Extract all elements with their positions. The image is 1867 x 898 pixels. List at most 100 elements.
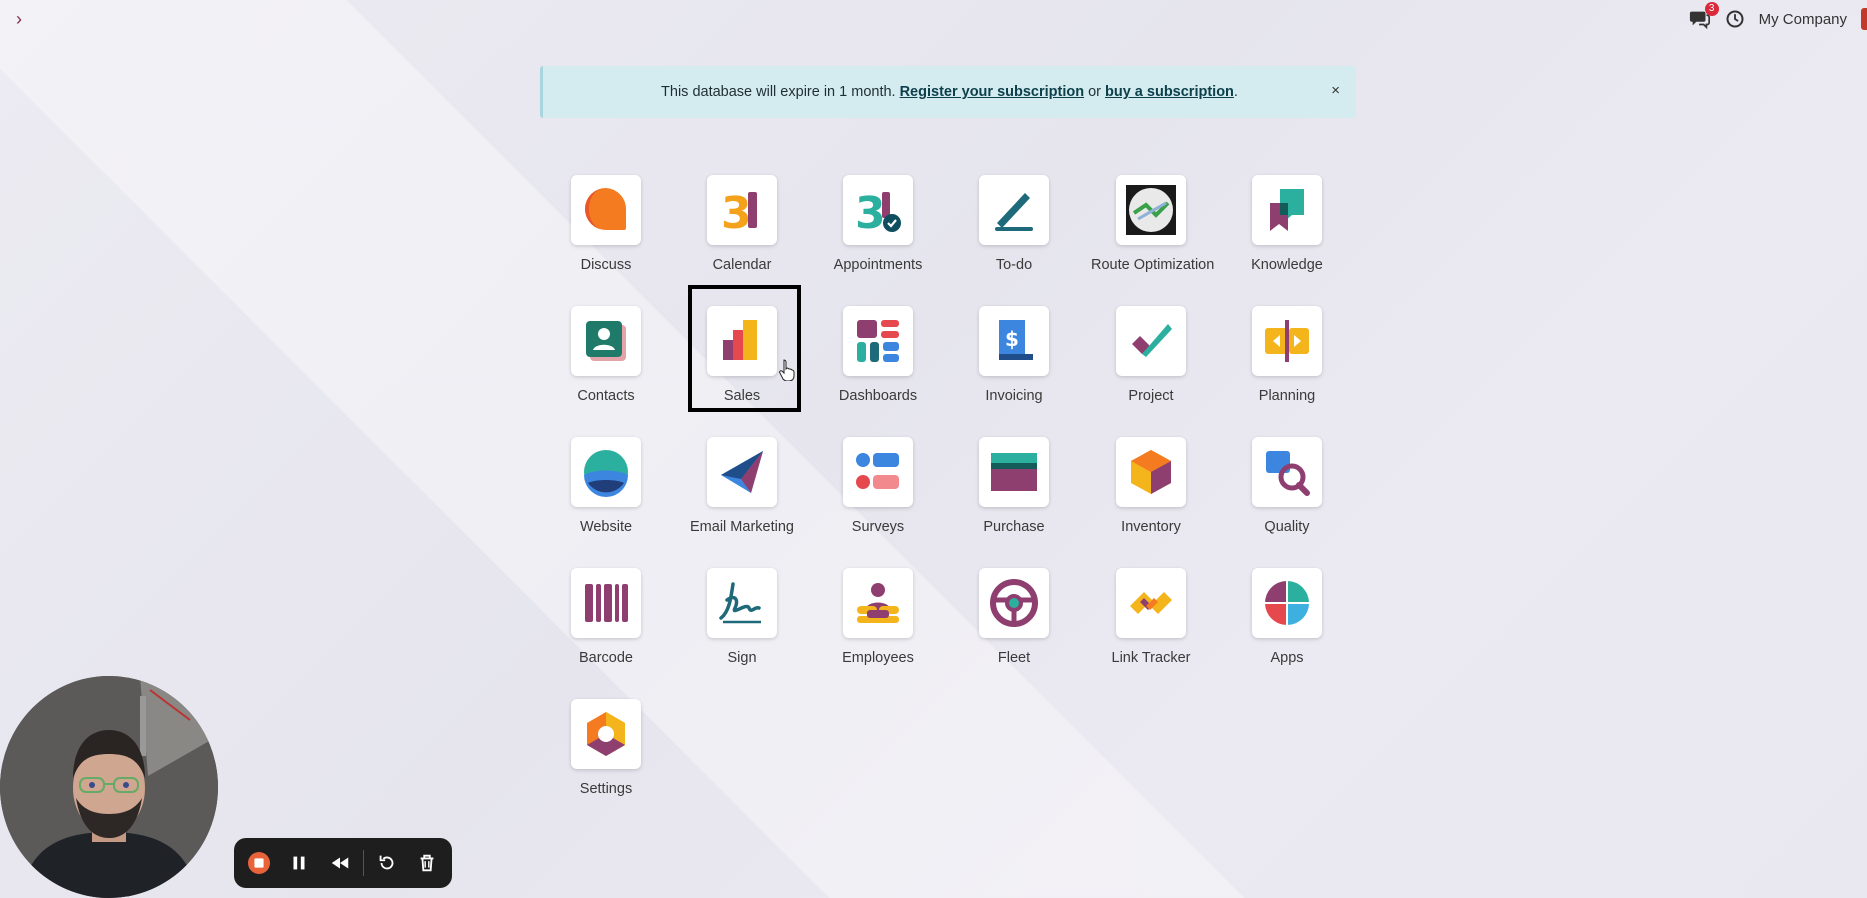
rewind-button[interactable] — [322, 845, 356, 881]
app-label: Calendar — [712, 257, 772, 273]
restart-button[interactable] — [370, 845, 404, 881]
app-label: Apps — [1270, 650, 1304, 666]
app-tile — [571, 306, 641, 376]
toolbar-separator — [362, 850, 364, 876]
expiration-alert: This database will expire in 1 month. Re… — [540, 66, 1356, 118]
app-label: Purchase — [983, 519, 1045, 535]
fleet-icon — [990, 579, 1038, 627]
activity-clock-icon[interactable] — [1725, 9, 1745, 29]
app-todo[interactable]: To-do — [954, 175, 1074, 273]
app-website[interactable]: Website — [546, 437, 666, 535]
app-contacts[interactable]: Contacts — [546, 306, 666, 404]
hand-cursor-icon — [779, 359, 795, 381]
app-dashboards[interactable]: Dashboards — [818, 306, 938, 404]
app-purchase[interactable]: Purchase — [954, 437, 1074, 535]
restart-icon — [379, 855, 394, 870]
systray: 3 My Company — [1689, 2, 1867, 32]
app-invoicing[interactable]: $ Invoicing — [954, 306, 1074, 404]
app-barcode[interactable]: Barcode — [546, 568, 666, 666]
app-tile — [1116, 175, 1186, 245]
app-label: Sign — [727, 650, 757, 666]
app-label: Discuss — [580, 257, 632, 273]
stop-recording-button[interactable] — [242, 845, 276, 881]
invoicing-icon: $ — [999, 320, 1033, 360]
app-inventory[interactable]: Inventory — [1091, 437, 1211, 535]
email-marketing-icon — [721, 451, 763, 493]
app-appointments[interactable]: 3 Appointments — [818, 175, 938, 273]
recording-toolbar — [234, 838, 452, 888]
app-route-optimization[interactable]: Route Optimization — [1091, 175, 1215, 273]
app-label: Dashboards — [838, 388, 918, 404]
app-tile: 3 — [707, 175, 777, 245]
apps-icon — [1265, 581, 1309, 625]
app-label: Appointments — [833, 257, 923, 273]
app-discuss[interactable]: Discuss — [546, 175, 666, 273]
app-email-marketing[interactable]: Email Marketing — [682, 437, 802, 535]
svg-text:3: 3 — [855, 188, 886, 237]
app-fleet[interactable]: Fleet — [954, 568, 1074, 666]
app-sign[interactable]: Sign — [682, 568, 802, 666]
app-tile — [1252, 568, 1322, 638]
app-label: Route Optimization — [1091, 257, 1215, 273]
menu-toggle-icon[interactable]: › — [8, 8, 30, 30]
svg-text:3: 3 — [721, 188, 752, 237]
app-label: Planning — [1258, 388, 1316, 404]
app-tile: $ — [979, 306, 1049, 376]
app-sales[interactable]: Sales — [682, 306, 802, 404]
pause-button[interactable] — [282, 845, 316, 881]
buy-subscription-link[interactable]: buy a subscription — [1105, 84, 1234, 100]
presenter-video — [0, 676, 218, 898]
alert-period: . — [1233, 84, 1238, 100]
app-label: Email Marketing — [690, 519, 794, 535]
close-alert-button[interactable]: × — [1331, 82, 1340, 99]
app-label: Project — [1128, 388, 1174, 404]
purchase-icon — [991, 453, 1037, 491]
app-label: Link Tracker — [1111, 650, 1191, 666]
app-project[interactable]: Project — [1091, 306, 1211, 404]
app-label: Sales — [723, 388, 761, 404]
app-label: Invoicing — [985, 388, 1043, 404]
app-tile — [843, 437, 913, 507]
knowledge-icon — [1270, 189, 1304, 231]
app-knowledge[interactable]: Knowledge — [1227, 175, 1347, 273]
delete-button[interactable] — [410, 845, 444, 881]
barcode-icon — [585, 584, 628, 622]
stop-icon — [248, 852, 271, 874]
app-label: Knowledge — [1251, 257, 1323, 273]
app-tile — [1252, 306, 1322, 376]
surveys-icon — [856, 453, 899, 489]
app-label: Contacts — [577, 388, 635, 404]
app-employees[interactable]: Employees — [818, 568, 938, 666]
app-apps[interactable]: Apps — [1227, 568, 1347, 666]
alert-text: This database will expire in 1 month. — [661, 84, 896, 100]
alert-or-text: or — [1088, 84, 1101, 100]
app-planning[interactable]: Planning — [1227, 306, 1347, 404]
svg-text:$: $ — [1005, 327, 1019, 351]
app-tile — [571, 175, 641, 245]
todo-icon — [995, 193, 1033, 231]
app-tile — [1116, 306, 1186, 376]
user-avatar[interactable] — [1861, 8, 1867, 30]
company-switcher[interactable]: My Company — [1759, 11, 1847, 28]
app-calendar[interactable]: 3 Calendar — [682, 175, 802, 273]
app-tile — [1252, 437, 1322, 507]
app-tile — [1116, 568, 1186, 638]
app-tile — [979, 568, 1049, 638]
register-subscription-link[interactable]: Register your subscription — [900, 84, 1085, 100]
quality-icon — [1266, 451, 1310, 496]
app-link-tracker[interactable]: Link Tracker — [1091, 568, 1211, 666]
app-tile — [1252, 175, 1322, 245]
app-label: Fleet — [997, 650, 1031, 666]
app-surveys[interactable]: Surveys — [818, 437, 938, 535]
messages-button[interactable]: 3 — [1689, 2, 1719, 30]
sales-icon — [723, 320, 757, 360]
link-tracker-icon — [1130, 592, 1172, 614]
rewind-icon — [331, 857, 348, 869]
calendar-icon: 3 — [721, 188, 757, 237]
settings-icon — [587, 712, 625, 756]
app-tile — [843, 306, 913, 376]
app-tile — [571, 568, 641, 638]
app-quality[interactable]: Quality — [1227, 437, 1347, 535]
app-settings[interactable]: Settings — [546, 699, 666, 797]
app-tile — [979, 175, 1049, 245]
